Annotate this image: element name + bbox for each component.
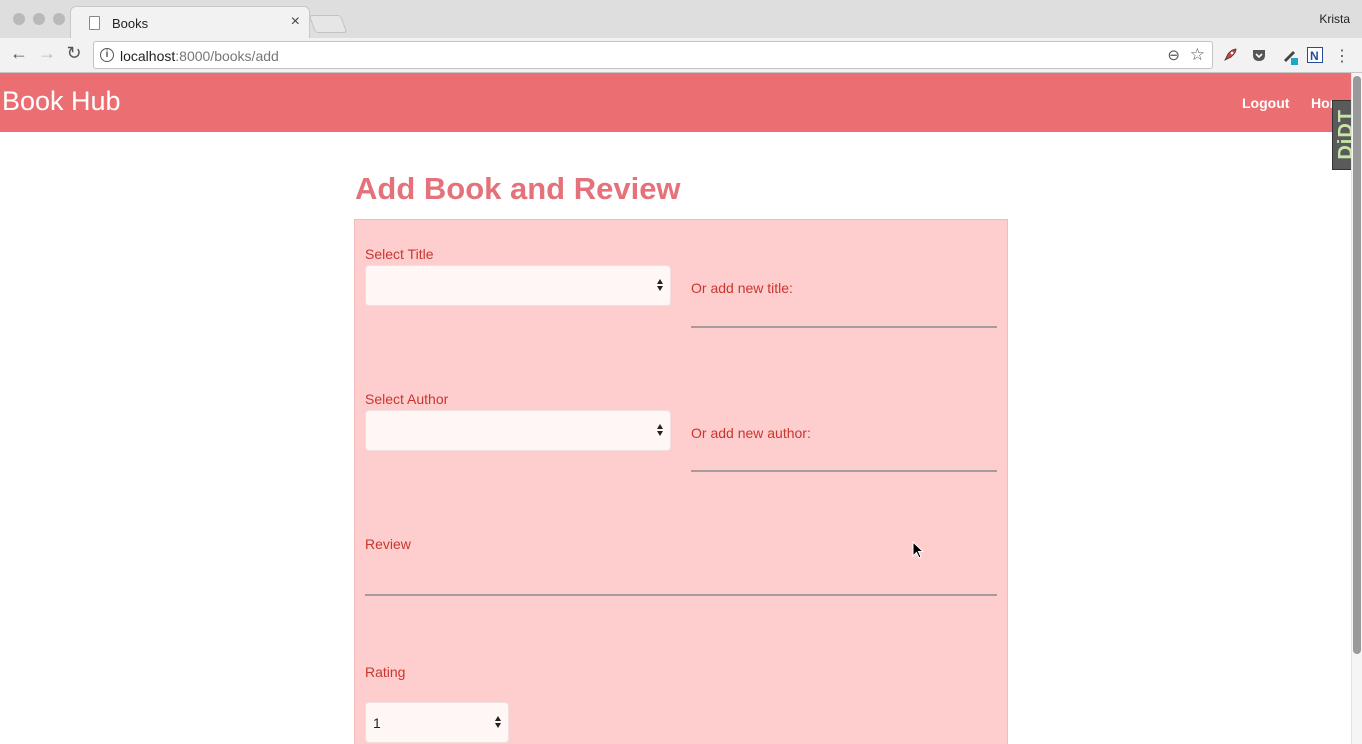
page-title: Add Book and Review [355, 171, 681, 206]
new-author-input[interactable] [691, 470, 997, 472]
scrollbar-thumb[interactable] [1353, 76, 1361, 654]
address-bar[interactable]: i localhost:8000/books/add ⊖ ☆ [93, 41, 1213, 69]
back-icon[interactable]: ← [8, 43, 30, 64]
tab-close-icon[interactable]: × [291, 13, 300, 31]
author-select[interactable] [365, 410, 671, 451]
rating-select[interactable]: 1 [365, 702, 509, 743]
new-author-label: Or add new author: [691, 425, 811, 441]
browser-titlebar: Books × Krista [0, 0, 1362, 39]
url-text[interactable]: localhost:8000/books/add [120, 48, 279, 64]
navbar: Book Hub Logout Home [0, 73, 1351, 132]
page-scrollbar[interactable] [1351, 73, 1362, 744]
brand-logo[interactable]: Book Hub [2, 86, 121, 117]
browser-toolbar: ← → ↻ i localhost:8000/books/add ⊖ ☆ N ⋮ [0, 38, 1362, 73]
page-viewport: Book Hub Logout Home DjDT Add Book and R… [0, 73, 1362, 744]
select-arrows-icon [657, 422, 665, 438]
tab-title: Books [112, 16, 149, 31]
minimize-window-button[interactable] [33, 13, 45, 25]
title-select[interactable] [365, 265, 671, 306]
pen-extension-icon[interactable] [1281, 47, 1298, 65]
info-icon[interactable]: i [100, 48, 114, 62]
select-title-label: Select Title [365, 246, 434, 262]
review-input[interactable] [365, 594, 997, 596]
url-host: localhost [120, 48, 176, 64]
add-book-form: Select Title Or add new title: Select Au… [354, 219, 1008, 744]
svg-text:N: N [1310, 49, 1319, 63]
profile-name[interactable]: Krista [1319, 12, 1350, 26]
n-extension-icon[interactable]: N [1307, 47, 1323, 63]
browser-tab[interactable]: Books × [70, 6, 310, 39]
reload-icon[interactable]: ↻ [63, 43, 85, 64]
close-window-button[interactable] [13, 13, 25, 25]
review-label: Review [365, 536, 411, 552]
zoom-icon[interactable]: ⊖ [1167, 46, 1180, 64]
rocket-extension-icon[interactable] [1222, 47, 1238, 63]
browser-menu-icon[interactable]: ⋮ [1334, 46, 1350, 66]
forward-icon[interactable]: → [36, 43, 58, 64]
new-title-label: Or add new title: [691, 280, 793, 296]
select-arrows-icon [657, 277, 665, 293]
url-path: :8000/books/add [175, 48, 279, 64]
mouse-cursor-icon [912, 541, 925, 559]
select-author-label: Select Author [365, 391, 449, 407]
select-arrows-icon [495, 714, 503, 730]
rating-label: Rating [365, 664, 406, 680]
new-tab-button[interactable] [308, 15, 348, 33]
page-icon [89, 16, 100, 30]
pocket-extension-icon[interactable] [1251, 47, 1267, 63]
new-title-input[interactable] [691, 326, 997, 328]
bookmark-star-icon[interactable]: ☆ [1190, 45, 1205, 65]
rating-select-value: 1 [373, 715, 381, 731]
logout-link[interactable]: Logout [1242, 95, 1289, 111]
maximize-window-button[interactable] [53, 13, 65, 25]
